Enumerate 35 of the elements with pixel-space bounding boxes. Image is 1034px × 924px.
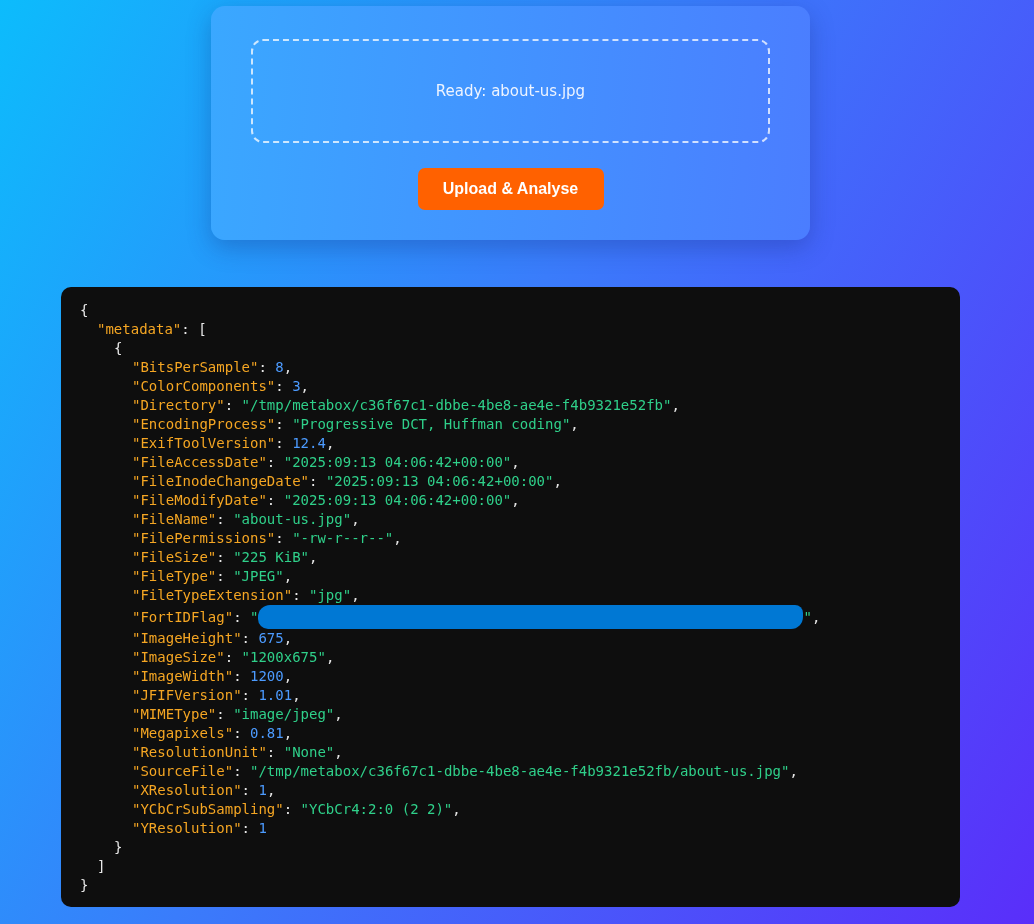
code-line: "BitsPerSample": 8,: [131, 358, 294, 377]
code-line: "metadata": [: [96, 320, 208, 339]
drop-zone[interactable]: Ready: about-us.jpg: [251, 39, 770, 143]
code-line: "YResolution": 1: [131, 819, 268, 838]
code-line: {: [80, 301, 90, 320]
code-line: "EncodingProcess": "Progressive DCT, Huffman coding",: [131, 415, 580, 434]
code-line: "Megapixels": 0.81,: [131, 724, 294, 743]
code-line: "ImageWidth": 1200,: [131, 667, 294, 686]
code-line: "SourceFile": "/tmp/metabox/c36f67c1-dbbe-4be8-ae4e-f4b9321e52fb/about-us.jpg",: [131, 762, 799, 781]
code-line: "YCbCrSubSampling": "YCbCr4:2:0 (2 2)",: [131, 800, 462, 819]
code-line: "FilePermissions": "-rw-r--r--",: [131, 529, 403, 548]
code-line: "XResolution": 1,: [131, 781, 277, 800]
code-line: "ImageSize": "1200x675",: [131, 648, 336, 667]
code-line: "FileName": "about-us.jpg",: [131, 510, 361, 529]
code-line: "FileTypeExtension": "jpg",: [131, 586, 361, 605]
code-line: ]: [96, 857, 107, 876]
code-line: "ResolutionUnit": "None",: [131, 743, 344, 762]
code-line: "FileSize": "225 KiB",: [131, 548, 319, 567]
code-line: "ExifToolVersion": 12.4,: [131, 434, 336, 453]
file-status: Ready: about-us.jpg: [435, 82, 586, 100]
code-line: "ImageHeight": 675,: [131, 629, 294, 648]
code-line: }: [113, 838, 124, 857]
code-line: }: [80, 876, 90, 895]
upload-button[interactable]: Upload & Analyse: [417, 168, 604, 210]
code-line: "JFIFVersion": 1.01,: [131, 686, 302, 705]
code-line: "MIMEType": "image/jpeg",: [131, 705, 344, 724]
code-line: "FileModifyDate": "2025:09:13 04:06:42+00:00",: [131, 491, 521, 510]
code-line: "Directory": "/tmp/metabox/c36f67c1-dbbe-4be8-ae4e-f4b9321e52fb",: [131, 396, 681, 415]
code-text: ",: [803, 607, 821, 627]
code-line: "ColorComponents": 3,: [131, 377, 311, 396]
code-line: "FileType": "JPEG",: [131, 567, 294, 586]
code-line: "FileInodeChangeDate": "2025:09:13 04:06:42+00:00",: [131, 472, 563, 491]
code-line: "FortIDFlag": ": [132, 607, 259, 627]
code-line: "FileAccessDate": "2025:09:13 04:06:42+00:00",: [131, 453, 521, 472]
code-line: {: [113, 339, 124, 358]
